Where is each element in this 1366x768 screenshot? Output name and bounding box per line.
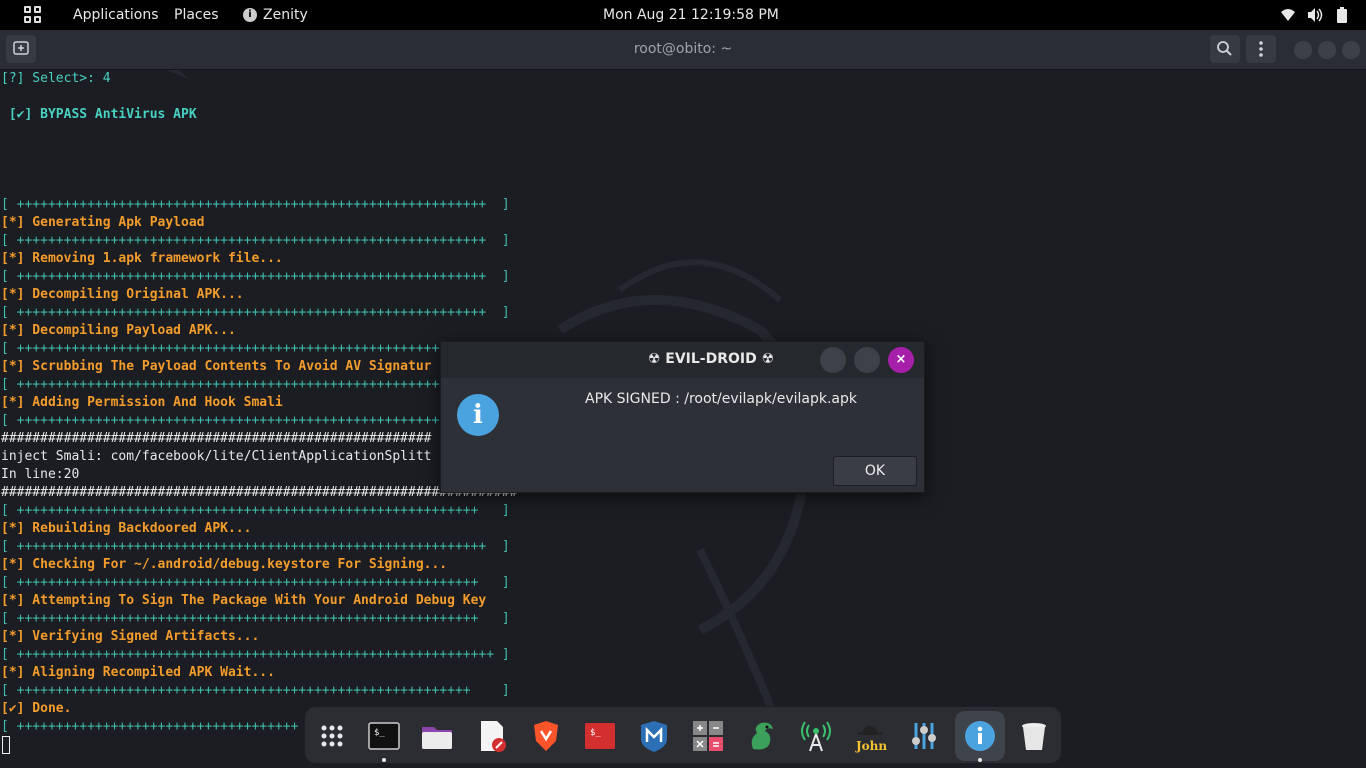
terminal-line: inject Smali: com/facebook/lite/ClientAp…	[1, 449, 432, 464]
text-editor-icon[interactable]	[475, 719, 509, 753]
terminal-line: [ ++++++++++++++++++++++++++++++++++++	[1, 719, 299, 734]
terminal-line: ########################################…	[1, 431, 432, 446]
terminal-line: [ ++++++++++++++++++++++++++++++++++++++…	[1, 305, 510, 320]
top-panel: Applications Places i Zenity Mon Aug 21 1…	[0, 0, 1366, 30]
john-the-ripper-icon[interactable]: John	[853, 719, 887, 753]
terminal-red-icon[interactable]: $_	[583, 719, 617, 753]
apps-grid-icon[interactable]	[24, 6, 42, 24]
settings-tool-icon[interactable]	[907, 719, 941, 753]
calculator-icon[interactable]	[691, 719, 725, 753]
evil-droid-dialog: ☢ EVIL-DROID ☢ × i APK SIGNED : /root/ev…	[440, 341, 925, 493]
wifi-icon[interactable]	[1280, 8, 1296, 22]
running-indicator	[382, 758, 386, 762]
terminal-line: [✔] Done.	[1, 701, 72, 716]
terminal-line: [*] Scrubbing The Payload Contents To Av…	[1, 359, 432, 374]
dialog-maximize-button[interactable]	[854, 347, 880, 373]
terminal-line: [ ++++++++++++++++++++++++++++++++++++++…	[1, 575, 510, 590]
battery-icon[interactable]	[1337, 7, 1347, 23]
close-button[interactable]	[1342, 41, 1360, 59]
metasploit-icon[interactable]	[637, 719, 671, 753]
terminal-line: [*] Decompiling Original APK...	[1, 287, 244, 302]
wireless-tool-icon[interactable]	[799, 719, 833, 753]
maximize-button[interactable]	[1318, 41, 1336, 59]
search-button[interactable]	[1210, 35, 1240, 63]
terminal-line: [ ++++++++++++++++++++++++++++++++++++++…	[1, 341, 455, 356]
terminal-title: root@obito: ~	[633, 41, 733, 57]
terminal-header: root@obito: ~	[0, 30, 1366, 70]
clock[interactable]: Mon Aug 21 12:19:58 PM	[603, 7, 779, 23]
terminal-line: [ ++++++++++++++++++++++++++++++++++++++…	[1, 233, 510, 248]
terminal-line: [ ++++++++++++++++++++++++++++++++++++++…	[1, 539, 510, 554]
applications-menu[interactable]: Applications	[73, 7, 159, 23]
svg-text:$_: $_	[374, 728, 385, 738]
terminal-line: [*] Attempting To Sign The Package With …	[1, 593, 487, 608]
terminal-line: [ ++++++++++++++++++++++++++++++++++++++…	[1, 269, 510, 284]
terminal-line: [*] Verifying Signed Artifacts...	[1, 629, 260, 644]
ok-button[interactable]: OK	[833, 456, 917, 486]
dialog-message: APK SIGNED : /root/evilapk/evilapk.apk	[585, 391, 857, 407]
terminal-line: [ ++++++++++++++++++++++++++++++++++++++…	[1, 377, 455, 392]
svg-text:John: John	[855, 739, 887, 753]
zenity-app-menu[interactable]: i Zenity	[243, 7, 308, 23]
search-icon	[1217, 41, 1232, 56]
terminal-line: [*] Adding Permission And Hook Smali	[1, 395, 283, 410]
minimize-button[interactable]	[1294, 41, 1312, 59]
terminal-line: [ ++++++++++++++++++++++++++++++++++++++…	[1, 611, 510, 626]
terminal-line: [✔] BYPASS AntiVirus APK	[1, 107, 197, 122]
dialog-close-button[interactable]: ×	[888, 347, 914, 373]
terminal-line: [ ++++++++++++++++++++++++++++++++++++++…	[1, 503, 510, 518]
terminal-cursor	[2, 736, 10, 754]
menu-button[interactable]	[1246, 35, 1276, 63]
places-menu[interactable]: Places	[174, 7, 219, 23]
terminal-line: [*] Checking For ~/.android/debug.keysto…	[1, 557, 448, 572]
terminal-line: [*] Generating Apk Payload	[1, 215, 205, 230]
terminal-line: [*] Aligning Recompiled APK Wait...	[1, 665, 275, 680]
show-apps-icon[interactable]	[315, 719, 349, 753]
terminal-line: [*] Rebuilding Backdoored APK...	[1, 521, 252, 536]
files-icon[interactable]	[420, 719, 454, 753]
zenity-label: Zenity	[263, 7, 308, 23]
brave-browser-icon[interactable]	[529, 719, 563, 753]
running-indicator	[978, 758, 982, 762]
trash-icon[interactable]	[1017, 719, 1051, 753]
terminal-line: [*] Removing 1.apk framework file...	[1, 251, 283, 266]
volume-icon[interactable]	[1306, 7, 1324, 23]
dock: $_ $_ John	[304, 706, 1062, 764]
terminal-line: [ ++++++++++++++++++++++++++++++++++++++…	[1, 647, 510, 662]
terminal-icon[interactable]: $_	[367, 719, 401, 753]
info-small-icon: i	[243, 8, 257, 22]
svg-text:$_: $_	[590, 728, 601, 738]
terminal-line: [ ++++++++++++++++++++++++++++++++++++++…	[1, 197, 510, 212]
dialog-minimize-button[interactable]	[820, 347, 846, 373]
dialog-header: ☢ EVIL-DROID ☢ ×	[441, 342, 924, 378]
terminal-line: [ ++++++++++++++++++++++++++++++++++++++…	[1, 413, 455, 428]
terminal-line: [?] Select>: 4	[1, 71, 111, 86]
terminal-line: [ ++++++++++++++++++++++++++++++++++++++…	[1, 683, 510, 698]
kebab-menu-icon	[1259, 41, 1263, 57]
terminal-line: In line:20	[1, 467, 80, 482]
kali-dragon-icon[interactable]	[745, 719, 779, 753]
info-icon: i	[457, 394, 499, 436]
zenity-info-icon[interactable]	[963, 719, 997, 753]
terminal-line: [*] Decompiling Payload APK...	[1, 323, 236, 338]
